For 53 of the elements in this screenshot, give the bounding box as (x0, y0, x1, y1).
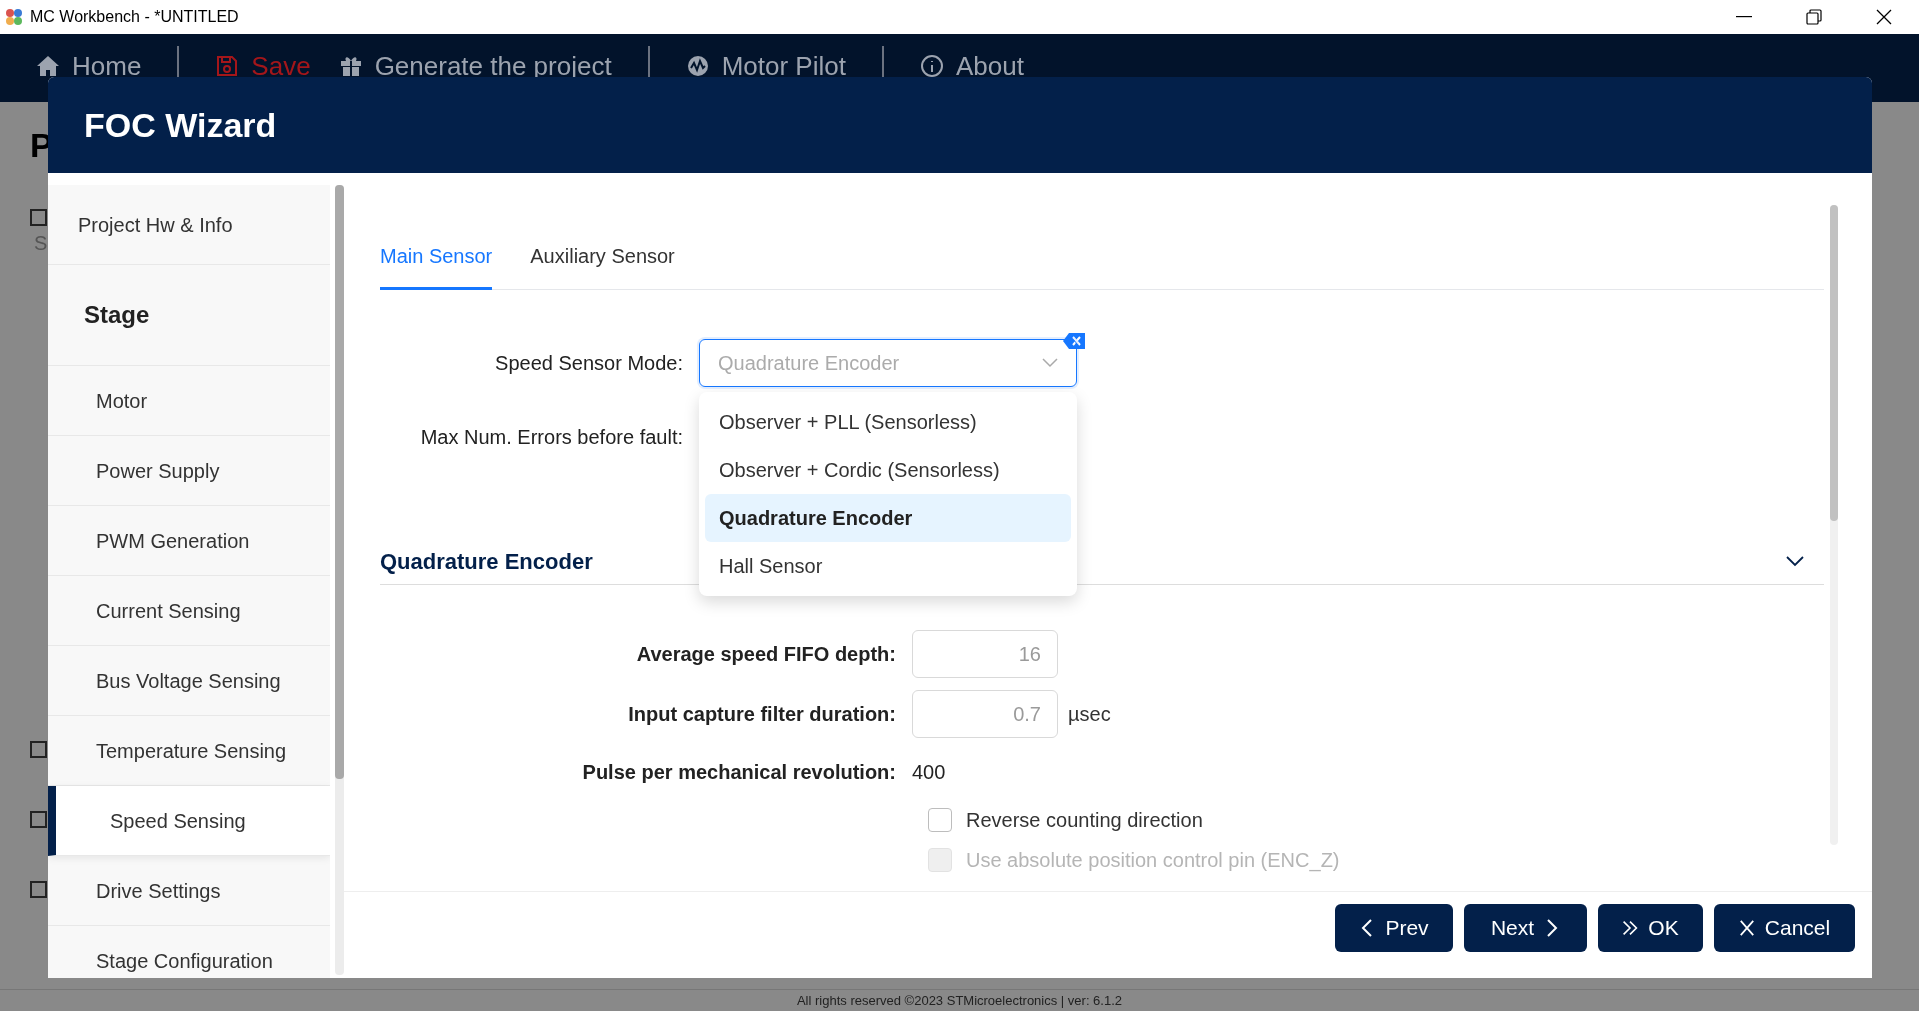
sidebar-item[interactable]: Current Sensing (48, 576, 330, 646)
sidebar-item[interactable]: Power Supply (48, 436, 330, 506)
content-scrollbar[interactable] (1830, 205, 1838, 845)
checkbox[interactable] (928, 808, 952, 832)
field-label: Speed Sensor Mode: (494, 351, 684, 376)
field-label: Pulse per mechanical revolution: (581, 760, 897, 785)
checkbox-label: Use absolute position control pin (ENC_Z) (966, 848, 1340, 874)
sidebar-item[interactable]: Motor (48, 366, 330, 436)
dialog-button[interactable]: Prev (1335, 904, 1453, 952)
dropdown-option[interactable]: Hall Sensor (705, 542, 1071, 590)
home-icon (36, 54, 60, 78)
field-value: 400 (912, 760, 946, 785)
info-icon (919, 54, 944, 78)
nav-item[interactable]: About (905, 46, 1038, 86)
dropdown-option[interactable]: Observer + PLL (Sensorless) (705, 398, 1071, 446)
sidebar-item[interactable]: Stage Configuration (48, 926, 330, 978)
dropdown-option[interactable]: Quadrature Encoder (705, 494, 1071, 542)
app-logo-icon (4, 7, 24, 27)
unit-label: µsec (1068, 702, 1111, 727)
section-title: Quadrature Encoder (380, 548, 593, 576)
dialog-button[interactable]: Next (1464, 904, 1587, 952)
dialog-button[interactable]: Cancel (1714, 904, 1855, 952)
copyright-text: All rights reserved ©2023 STMicroelectronics | ver: 6.1.2 (796, 992, 1123, 1009)
tab[interactable]: Main Sensor (380, 241, 493, 290)
sidebar-item[interactable]: Bus Voltage Sensing (48, 646, 330, 716)
chevron-down-icon (1042, 358, 1058, 368)
sidebar-heading: Stage (48, 265, 330, 366)
field-label: Input capture filter duration: (627, 702, 897, 727)
field-label: Average speed FIFO depth: (635, 642, 897, 667)
nav-item[interactable]: Home (22, 46, 156, 86)
sidebar-item[interactable]: Drive Settings (48, 856, 330, 926)
sidebar-item[interactable]: Project Hw & Info (48, 185, 330, 265)
tab[interactable]: Auxiliary Sensor (530, 241, 675, 290)
dialog-button[interactable]: OK (1598, 904, 1703, 952)
sidebar-item[interactable]: PWM Generation (48, 506, 330, 576)
sidebar-scrollbar[interactable] (335, 185, 344, 975)
close-icon (1738, 918, 1755, 938)
close-icon (1876, 9, 1892, 25)
double-chevron-icon (1622, 918, 1639, 938)
gift-icon (338, 54, 363, 78)
checkbox-label: Reverse counting direction (966, 808, 1203, 833)
save-icon (215, 54, 240, 78)
minimize-icon (1736, 16, 1752, 18)
restore-icon (1806, 9, 1822, 25)
dialog-title: FOC Wizard (84, 104, 277, 146)
field-label: Max Num. Errors before fault: (419, 425, 684, 450)
clear-icon[interactable] (1063, 333, 1085, 349)
chevron-down-icon[interactable] (1786, 556, 1804, 567)
gauge-icon (685, 54, 710, 78)
sidebar-item[interactable]: Speed Sensing (48, 786, 330, 856)
window-title: MC Workbench - *UNTITLED (30, 7, 239, 27)
nav-item[interactable]: Generate the project (324, 46, 626, 86)
dropdown-option[interactable]: Observer + Cordic (Sensorless) (705, 446, 1071, 494)
